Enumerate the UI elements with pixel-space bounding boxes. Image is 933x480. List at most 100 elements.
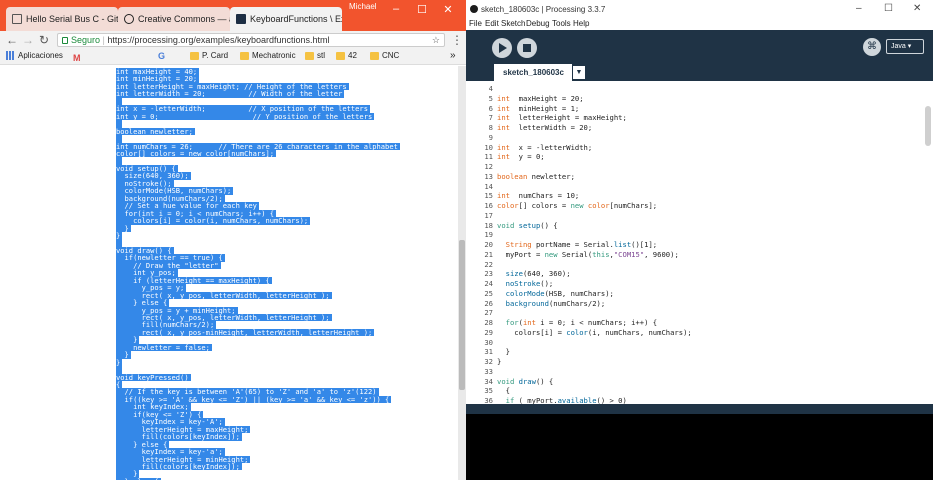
code-line: if ( myPort.available() > 0) [497, 396, 627, 404]
bookmark-folder-pcard[interactable]: P. Card [190, 51, 228, 60]
selected-code-line: rect( x, y_pos-minHeight, letterWidth, l… [116, 327, 375, 337]
code-token: minHeight = 1; [509, 103, 580, 113]
code-line: int maxHeight = 20; [497, 94, 584, 103]
line-number: 16 [484, 201, 493, 210]
gmail-icon[interactable]: M [73, 53, 81, 63]
line-number: 29 [484, 327, 493, 337]
menu-file[interactable]: File [469, 19, 482, 28]
close-window-icon[interactable]: ✕ [438, 3, 458, 16]
code-token: color [566, 327, 588, 337]
line-number: 17 [484, 210, 493, 220]
tab-menu-arrow-icon[interactable]: ▼ [573, 66, 585, 79]
chrome-menu-icon[interactable]: ⋮ [451, 33, 463, 47]
window-title: sketch_180603c | Processing 3.3.7 [481, 5, 606, 14]
line-number: 7 [488, 113, 493, 123]
tab-creative-commons[interactable]: Creative Commons — a × [118, 7, 230, 31]
code-line: background(numChars/2); [497, 298, 606, 308]
code-token: int [497, 93, 510, 103]
console[interactable] [466, 414, 933, 480]
code-token: (numChars/2); [548, 298, 606, 308]
profile-name[interactable]: Michael [349, 2, 377, 11]
code-line: int minHeight = 1; [497, 104, 579, 113]
code-line: boolean newletter; [497, 172, 575, 181]
bookmark-label: stl [317, 51, 325, 60]
folder-icon [305, 51, 314, 60]
bookmark-folder-stl[interactable]: stl [305, 51, 325, 60]
line-number: 27 [484, 308, 493, 318]
line-number: 32 [484, 357, 493, 366]
code-token: () { [540, 220, 558, 230]
code-line: int x = -letterWidth; [497, 143, 592, 152]
code-token: () { [535, 376, 554, 386]
selected-code-line: color[] colors = new color[numChars]; [116, 148, 277, 158]
code-editor[interactable]: 4 5 6 7 8 9 10 11 12 13 14 15 16 17 18 19 20 21 22 23 24 25 26… [466, 81, 923, 404]
tab-hello-serial-bus[interactable]: Hello Serial Bus C - Git × [6, 7, 118, 31]
bookmark-label: Mechatronic [252, 51, 296, 60]
code-token: int [497, 142, 510, 152]
code-token: list [613, 240, 632, 249]
maximize-icon[interactable]: ☐ [412, 3, 432, 16]
example-code-selected[interactable]: int maxHeight = 40; int minHeight = 20; in… [116, 68, 400, 480]
bookmarks-overflow-icon[interactable]: » [450, 50, 456, 61]
menu-tools[interactable]: Tools [552, 19, 571, 28]
close-window-icon[interactable]: ✕ [913, 3, 921, 14]
bookmark-folder-mechatronic[interactable]: Mechatronic [240, 51, 296, 60]
back-icon[interactable]: ← [5, 33, 19, 47]
line-number: 20 [484, 240, 493, 249]
minimize-icon[interactable]: – [386, 3, 406, 15]
code-token: letterHeight = maxHeight; [509, 113, 627, 123]
processing-titlebar: sketch_180603c | Processing 3.3.7 – ☐ ✕ [466, 0, 933, 18]
code-token: numChars = 10; [509, 191, 580, 201]
code-line: noStroke(); [497, 279, 554, 288]
chrome-titlebar: Hello Serial Bus C - Git × Creative Comm… [0, 0, 466, 31]
bookmark-label: Aplicaciones [18, 51, 63, 60]
page-scrollbar-thumb[interactable] [459, 240, 465, 390]
forward-icon[interactable]: → [21, 33, 35, 47]
code-token: this [592, 249, 610, 259]
menu-sketch[interactable]: Sketch [501, 19, 525, 28]
line-number: 19 [484, 230, 493, 240]
code-token: new [570, 201, 584, 210]
mode-select[interactable]: Java ▾ [886, 39, 924, 54]
selected-code-line: colors[i] = color(i, numChars, numChars)… [116, 216, 311, 226]
google-icon[interactable]: G [158, 51, 165, 61]
line-number: 33 [484, 366, 493, 376]
code-token: x = -letterWidth; [509, 142, 593, 152]
selected-code-line: void keyPressed() [116, 372, 191, 382]
code-line: for(int i = 0; i < numChars; i++) { [497, 318, 657, 327]
bookmark-apps[interactable]: Aplicaciones [6, 51, 63, 60]
code-token: portName = Serial. [531, 240, 614, 249]
star-icon[interactable]: ☆ [432, 34, 440, 46]
bookmark-folder-cnc[interactable]: CNC [370, 51, 399, 60]
tab-sketch[interactable]: sketch_180603c [494, 64, 572, 81]
stop-button[interactable] [517, 38, 537, 58]
code-line: { [497, 386, 510, 395]
line-number: 13 [484, 171, 493, 181]
code-token: [numChars]; [609, 201, 658, 210]
code-token: colors[i] = [497, 327, 567, 337]
debugger-icon[interactable]: ⌘ [863, 38, 881, 56]
maximize-icon[interactable]: ☐ [884, 3, 893, 14]
code-token: noStroke [505, 279, 541, 288]
code-token: color [587, 201, 610, 210]
editor-scrollbar-thumb[interactable] [925, 106, 931, 146]
code-token: letterWidth = 20; [509, 123, 593, 132]
menu-help[interactable]: Help [573, 19, 589, 28]
line-number: 4 [488, 84, 493, 93]
code-token: } [497, 347, 510, 357]
run-button[interactable] [492, 38, 512, 58]
code-token: if [505, 396, 515, 404]
code-line: colors[i] = color(i, numChars, numChars)… [497, 327, 691, 337]
minimize-icon[interactable]: – [856, 3, 862, 14]
menu-edit[interactable]: Edit [485, 19, 499, 28]
menu-debug[interactable]: Debug [526, 19, 550, 28]
code-line: int letterWidth = 20; [497, 123, 592, 132]
code-token: int [497, 103, 510, 113]
reload-icon[interactable]: ↻ [37, 33, 51, 47]
book-icon [12, 14, 22, 24]
address-bar[interactable]: Seguro | https://processing.org/examples… [57, 33, 445, 47]
bookmark-folder-42[interactable]: 42 [336, 51, 357, 60]
tab-keyboard-functions[interactable]: KeyboardFunctions \ Ex × [230, 7, 342, 31]
